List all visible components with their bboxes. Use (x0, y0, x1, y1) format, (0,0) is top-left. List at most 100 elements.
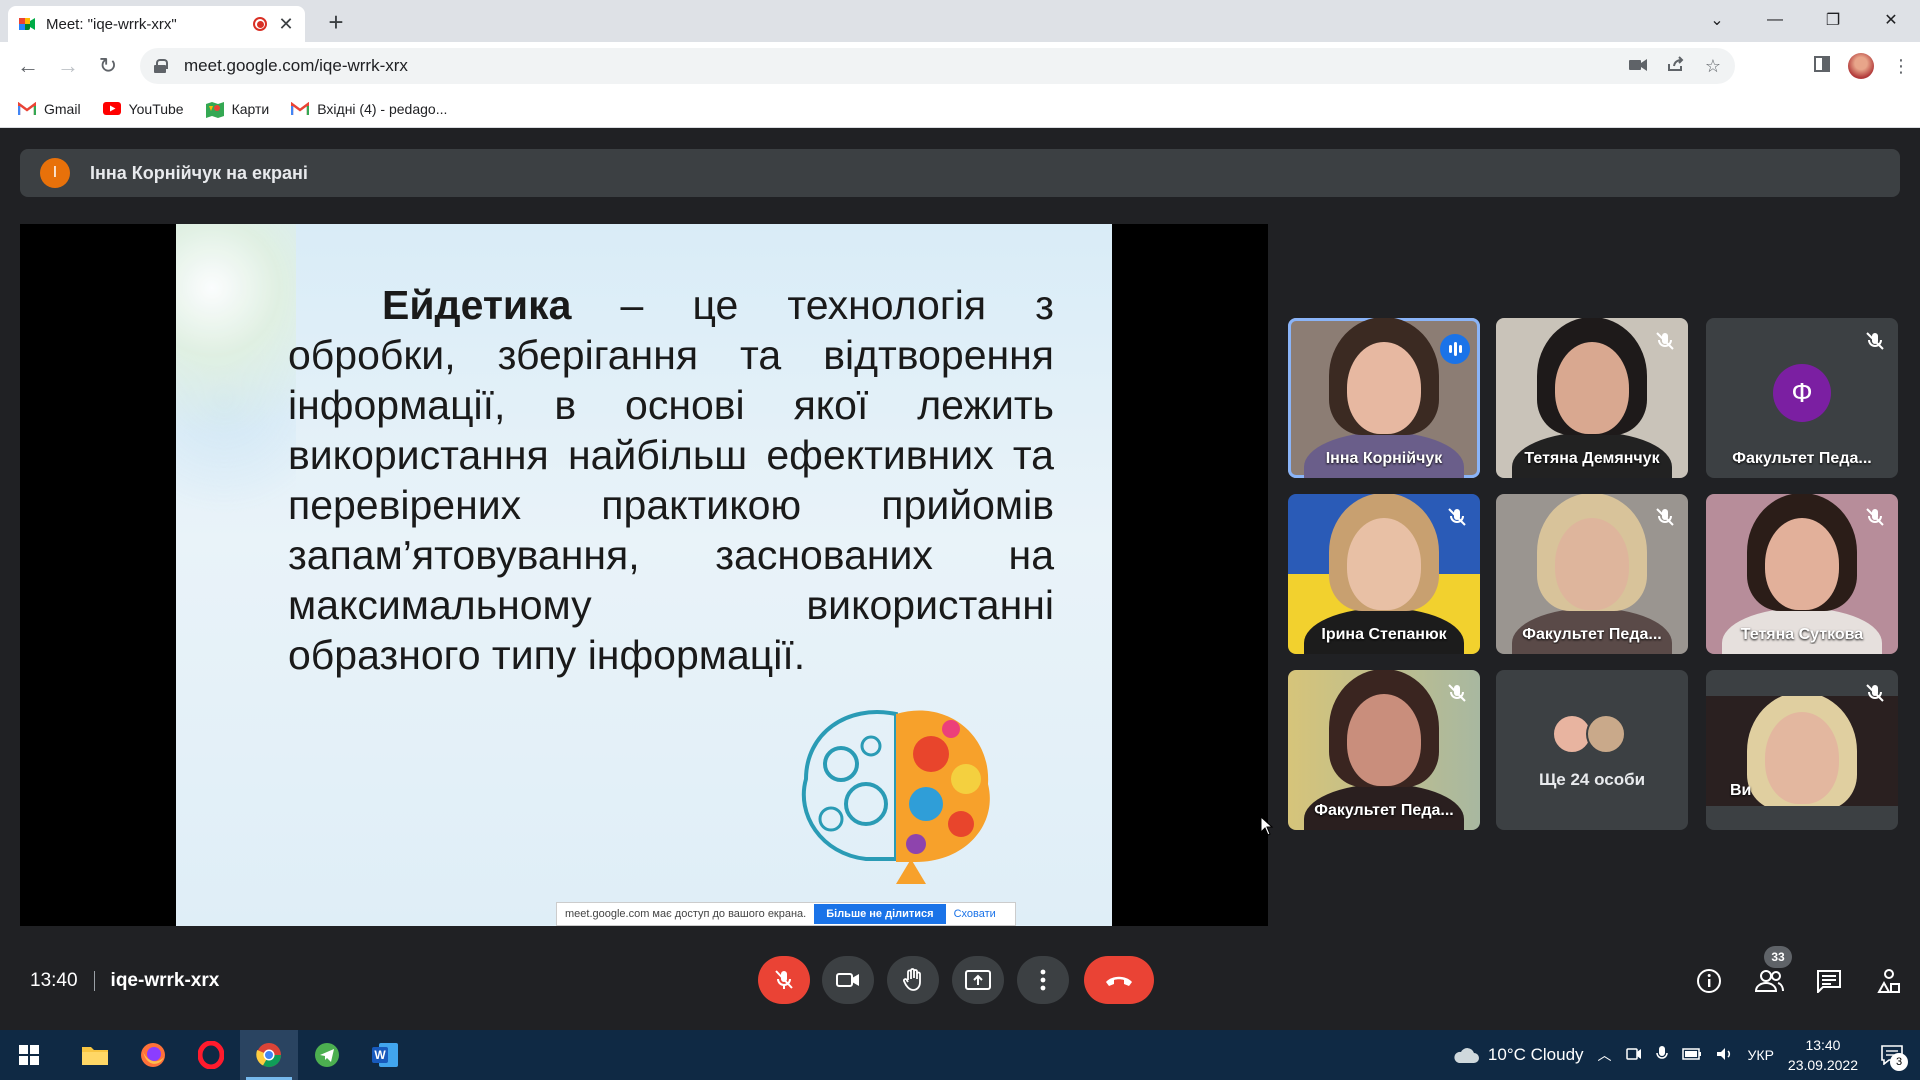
start-button[interactable] (0, 1030, 58, 1080)
mic-off-icon (1656, 508, 1674, 526)
taskbar-chrome[interactable] (240, 1030, 298, 1080)
chevron-up-icon[interactable]: ︿ (1598, 1045, 1612, 1065)
participant-name: Факультет Педа... (1314, 802, 1454, 819)
participant-tile[interactable]: Інна Корнійчук (1288, 318, 1480, 478)
bookmark-label: Gmail (44, 100, 81, 117)
participant-tile[interactable]: Ірина Степанюк (1288, 494, 1480, 654)
leave-call-button[interactable] (1084, 956, 1154, 1004)
present-screen-icon (965, 970, 991, 990)
mic-off-icon (1866, 332, 1884, 350)
people-icon (1754, 970, 1784, 992)
present-screen-button[interactable] (952, 956, 1004, 1004)
participant-tile[interactable]: Факультет Педа... (1496, 494, 1688, 654)
raise-hand-button[interactable] (887, 956, 939, 1004)
windows-taskbar: W 10°C Cloudy ︿ УКР 13:40 23.09.2022 3 (0, 1030, 1920, 1080)
battery-icon[interactable] (1681, 1047, 1702, 1063)
svg-text:W: W (374, 1048, 386, 1062)
activities-button[interactable] (1874, 966, 1904, 996)
brain-illustration (801, 710, 990, 884)
bookmark-star-icon[interactable]: ☆ (1705, 56, 1721, 77)
address-bar[interactable]: meet.google.com/iqe-wrrk-xrx ☆ (140, 48, 1735, 84)
language-indicator[interactable]: УКР (1748, 1047, 1774, 1063)
hang-up-icon (1106, 976, 1132, 986)
participant-count-badge: 33 (1764, 946, 1792, 968)
slide-body: – це технологія з обробки, зберігання та… (288, 282, 1054, 678)
participant-tile[interactable]: Ф Факультет Педа... (1706, 318, 1898, 478)
meet-main: І Інна Корнійчук на екрані Ейдетика – це… (0, 128, 1920, 1030)
participant-tile[interactable]: Тетяна Суткова (1706, 494, 1898, 654)
windows-logo-icon (19, 1045, 39, 1065)
tab-search-chevron-icon[interactable]: ⌄ (1688, 0, 1746, 40)
notifications-button[interactable]: 3 (1872, 1035, 1912, 1075)
tab-title: Meet: "iqe-wrrk-xrx" (46, 15, 177, 33)
hide-notification-link[interactable]: Сховати (954, 908, 996, 920)
minimize-button[interactable]: — (1746, 0, 1804, 40)
profile-avatar[interactable] (1848, 53, 1874, 79)
forward-arrow-icon[interactable]: → (48, 48, 88, 84)
close-window-button[interactable]: ✕ (1862, 0, 1920, 40)
self-tile[interactable]: Ви (1706, 670, 1898, 830)
browser-toolbar: ← → ↻ meet.google.com/iqe-wrrk-xrx ☆ ⋮ (0, 42, 1920, 90)
chat-button[interactable] (1814, 966, 1844, 996)
browser-tab-meet[interactable]: Meet: "iqe-wrrk-xrx" ✕ (8, 6, 305, 42)
mic-off-icon (1866, 508, 1884, 526)
people-button[interactable]: 33 (1754, 946, 1792, 996)
slide-text: Ейдетика – це технологія з обробки, збер… (288, 280, 1054, 680)
mic-off-icon (775, 970, 793, 989)
share-icon[interactable] (1667, 55, 1685, 77)
gmail-icon (17, 101, 37, 116)
participant-tile[interactable]: Тетяна Демянчук (1496, 318, 1688, 478)
side-panel-icon[interactable] (1814, 55, 1830, 77)
more-vert-icon (1040, 969, 1046, 991)
bookmark-youtube[interactable]: YouTube (102, 101, 184, 117)
folder-icon (82, 1047, 108, 1065)
maximize-button[interactable]: ❐ (1804, 0, 1862, 40)
meeting-info-button[interactable] (1694, 966, 1724, 996)
bookmark-gmail[interactable]: Gmail (17, 100, 81, 117)
taskbar-file-explorer[interactable] (66, 1030, 124, 1080)
speaking-indicator-icon (1440, 334, 1470, 364)
browser-tabstrip: Meet: "iqe-wrrk-xrx" ✕ + ⌄ — ❐ ✕ (0, 0, 1920, 42)
participant-name: Інна Корнійчук (1325, 450, 1443, 467)
participant-letter-avatar: Ф (1773, 364, 1831, 422)
taskbar-date: 23.09.2022 (1787, 1057, 1858, 1073)
back-arrow-icon[interactable]: ← (8, 48, 48, 84)
info-icon (1697, 969, 1721, 993)
window-controls: ⌄ — ❐ ✕ (1688, 0, 1920, 40)
participant-name: Факультет Педа... (1732, 450, 1872, 467)
stop-sharing-button[interactable]: Більше не ділитися (814, 904, 946, 924)
taskbar-telegram[interactable] (298, 1030, 356, 1080)
telegram-icon (315, 1043, 339, 1067)
url-text[interactable]: meet.google.com/iqe-wrrk-xrx (184, 56, 1629, 76)
new-tab-button[interactable]: + (320, 6, 352, 38)
mouse-cursor-icon (1260, 816, 1274, 836)
close-tab-icon[interactable]: ✕ (277, 14, 295, 35)
microphone-toggle-button[interactable] (758, 956, 810, 1004)
microphone-icon[interactable] (1655, 1045, 1668, 1065)
share-message: meet.google.com має доступ до вашого екр… (565, 908, 807, 920)
more-options-button[interactable] (1017, 956, 1069, 1004)
reload-icon[interactable]: ↻ (88, 48, 128, 84)
bookmark-inbox[interactable]: Вхідні (4) - pedago... (291, 101, 447, 117)
camera-in-use-icon[interactable] (1628, 56, 1647, 77)
weather-widget[interactable]: 10°C Cloudy (1452, 1045, 1584, 1065)
chrome-menu-icon[interactable]: ⋮ (1892, 56, 1910, 77)
shared-screen[interactable]: Ейдетика – це технологія з обробки, збер… (20, 224, 1274, 926)
clock-date[interactable]: 13:40 23.09.2022 (1788, 1035, 1858, 1075)
screen-share-notification: meet.google.com має доступ до вашого екр… (556, 902, 1016, 926)
presenting-banner: І Інна Корнійчук на екрані (20, 149, 1900, 197)
taskbar-word[interactable]: W (356, 1030, 414, 1080)
bookmark-maps[interactable]: Карти (205, 101, 269, 118)
taskbar-firefox[interactable] (124, 1030, 182, 1080)
more-participants-tile[interactable]: Ще 24 особи (1496, 670, 1688, 830)
volume-icon[interactable] (1716, 1047, 1734, 1064)
taskbar-opera[interactable] (182, 1030, 240, 1080)
camera-toggle-button[interactable] (822, 956, 874, 1004)
participant-name: Ви (1730, 782, 1752, 799)
more-participants-label: Ще 24 особи (1538, 770, 1646, 789)
cloud-icon (1454, 1048, 1479, 1063)
meet-tray-icon[interactable] (1625, 1047, 1642, 1064)
lock-icon[interactable] (154, 59, 168, 73)
participant-name: Тетяна Демянчук (1524, 450, 1660, 467)
participant-tile[interactable]: Факультет Педа... (1288, 670, 1480, 830)
